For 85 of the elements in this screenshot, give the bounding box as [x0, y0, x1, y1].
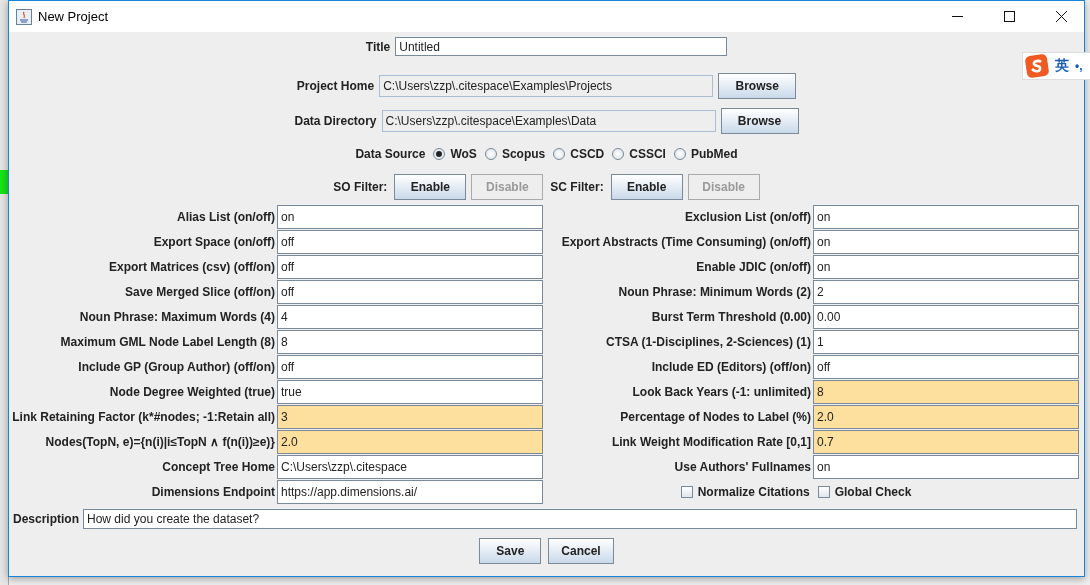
text-field[interactable]: off: [277, 254, 543, 279]
field-label: Nodes(TopN, e)={n(i)|i≤TopN ∧ f(n(i))≥e)}: [44, 433, 276, 451]
title-label: Title: [365, 39, 391, 54]
ime-mode-label[interactable]: 英: [1055, 57, 1069, 75]
checkbox[interactable]: [817, 485, 830, 498]
text-field[interactable]: on: [813, 254, 1079, 279]
field-label: Percentage of Nodes to Label (%): [619, 408, 812, 426]
browse-button[interactable]: Browse: [718, 73, 797, 99]
filter-button[interactable]: Enable: [610, 174, 683, 200]
description-label: Description: [13, 512, 79, 526]
field-label: Link Retaining Factor (k*#nodes; -1:Retain all): [11, 408, 276, 426]
title-field[interactable]: Untitled: [395, 37, 728, 56]
text-field[interactable]: off: [277, 229, 543, 254]
checkbox[interactable]: [680, 485, 693, 498]
text-field[interactable]: https://app.dimensions.ai/: [277, 479, 543, 504]
filter-button[interactable]: Enable: [394, 174, 467, 200]
field-label: Burst Term Threshold (0.00): [650, 308, 812, 326]
close-icon[interactable]: [1055, 11, 1067, 22]
maximize-icon[interactable]: [1003, 11, 1015, 22]
text-field[interactable]: on: [277, 204, 543, 229]
ime-punctuation-label[interactable]: •,: [1075, 59, 1083, 73]
text-field[interactable]: 4: [277, 304, 543, 329]
field-label: Link Weight Modification Rate [0,1]: [610, 433, 812, 451]
checkbox-label[interactable]: Global Check: [834, 484, 912, 499]
path-field[interactable]: C:\Users\zzp\.citespace\Examples\Projects: [379, 75, 714, 97]
field-label: Dimensions Endpoint: [150, 483, 276, 501]
field-label: Enable JDIC (on/off): [695, 258, 812, 276]
text-field[interactable]: off: [813, 354, 1079, 379]
text-field[interactable]: off: [277, 354, 543, 379]
field-label: Save Merged Slice (off/on): [123, 283, 276, 301]
text-field[interactable]: 3: [277, 404, 543, 429]
radio-button[interactable]: [484, 148, 497, 160]
dialog-button[interactable]: Save: [479, 538, 542, 564]
text-field[interactable]: on: [813, 204, 1079, 229]
radio-button[interactable]: [433, 148, 446, 160]
text-field[interactable]: 2: [813, 279, 1079, 304]
field-label: Use Authors' Fullnames: [673, 458, 812, 476]
browse-button[interactable]: Browse: [720, 108, 799, 134]
minimize-icon[interactable]: [951, 16, 963, 17]
field-label: Export Matrices (csv) (off/on): [107, 258, 276, 276]
checkbox-label[interactable]: Normalize Citations: [697, 484, 810, 499]
radio-button[interactable]: [673, 148, 686, 160]
text-field[interactable]: 0.00: [813, 304, 1079, 329]
text-field[interactable]: 0.7: [813, 429, 1079, 454]
text-field[interactable]: true: [277, 379, 543, 404]
text-field[interactable]: 1: [813, 329, 1079, 354]
text-field[interactable]: on: [813, 454, 1079, 479]
field-label: Export Abstracts (Time Consuming) (on/off): [560, 233, 812, 251]
radio-button[interactable]: [612, 148, 625, 160]
field-label: Noun Phrase: Minimum Words (2): [617, 283, 812, 301]
field-label: Alias List (on/off): [176, 208, 276, 226]
radio-label[interactable]: PubMed: [690, 147, 738, 161]
radio-label[interactable]: Scopus: [501, 147, 546, 161]
app-icon: [16, 8, 32, 25]
filter-label: SO Filter:: [333, 180, 388, 194]
radio-label[interactable]: WoS: [450, 147, 477, 161]
field-label: Include ED (Editors) (off/on): [650, 358, 812, 376]
field-label: Noun Phrase: Maximum Words (4): [78, 308, 276, 326]
dialog-button[interactable]: Cancel: [548, 538, 614, 564]
text-field[interactable]: 2.0: [813, 404, 1079, 429]
radio-label[interactable]: CSCD: [570, 147, 605, 161]
field-label: Look Back Years (-1: unlimited): [631, 383, 812, 401]
radio-label[interactable]: CSSCI: [629, 147, 666, 161]
field-label: Node Degree Weighted (true): [108, 383, 276, 401]
text-field[interactable]: 2.0: [277, 429, 543, 454]
field-label: Concept Tree Home: [161, 458, 276, 476]
text-field[interactable]: off: [277, 279, 543, 304]
text-field[interactable]: 8: [277, 329, 543, 354]
description-field[interactable]: How did you create the dataset?: [83, 509, 1077, 529]
field-label: Include GP (Group Author) (off/on): [77, 358, 276, 376]
field-label: Exclusion List (on/off): [684, 208, 812, 226]
text-field[interactable]: on: [813, 229, 1079, 254]
text-field[interactable]: 8: [813, 379, 1079, 404]
field-label: Export Space (on/off): [152, 233, 276, 251]
field-label: CTSA (1-Disciplines, 2-Sciences) (1): [605, 333, 812, 351]
text-field[interactable]: C:\Users\zzp\.citespace: [277, 454, 543, 479]
path-field[interactable]: C:\Users\zzp\.citespace\Examples\Data: [381, 110, 716, 132]
field-label: Maximum GML Node Label Length (8): [59, 333, 276, 351]
radio-button[interactable]: [553, 148, 566, 160]
ime-logo-icon[interactable]: [1025, 54, 1049, 78]
filter-label: SC Filter:: [550, 180, 604, 194]
window-title: New Project: [38, 9, 110, 24]
path-label: Project Home: [296, 79, 375, 93]
data-source-label: Data Source: [355, 147, 426, 161]
path-label: Data Directory: [294, 114, 377, 128]
